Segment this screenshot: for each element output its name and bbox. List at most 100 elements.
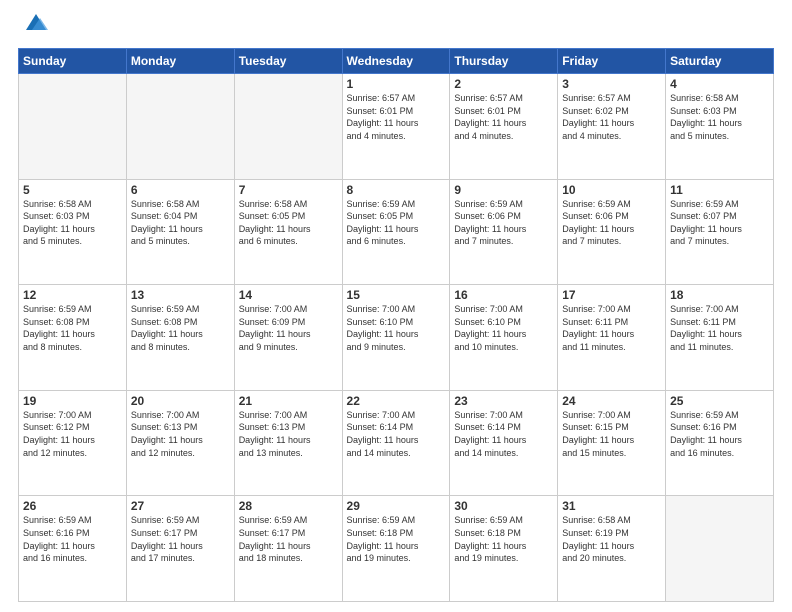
day-info: Sunrise: 6:59 AM Sunset: 6:18 PM Dayligh… <box>454 514 553 564</box>
calendar-cell: 16Sunrise: 7:00 AM Sunset: 6:10 PM Dayli… <box>450 285 558 391</box>
day-number: 12 <box>23 288 122 302</box>
calendar-cell: 8Sunrise: 6:59 AM Sunset: 6:05 PM Daylig… <box>342 179 450 285</box>
day-info: Sunrise: 6:59 AM Sunset: 6:07 PM Dayligh… <box>670 198 769 248</box>
day-info: Sunrise: 6:57 AM Sunset: 6:01 PM Dayligh… <box>347 92 446 142</box>
day-info: Sunrise: 6:59 AM Sunset: 6:08 PM Dayligh… <box>131 303 230 353</box>
day-info: Sunrise: 6:59 AM Sunset: 6:18 PM Dayligh… <box>347 514 446 564</box>
day-number: 15 <box>347 288 446 302</box>
weekday-header-wednesday: Wednesday <box>342 49 450 74</box>
day-info: Sunrise: 6:57 AM Sunset: 6:01 PM Dayligh… <box>454 92 553 142</box>
week-row-4: 19Sunrise: 7:00 AM Sunset: 6:12 PM Dayli… <box>19 390 774 496</box>
weekday-header-tuesday: Tuesday <box>234 49 342 74</box>
day-number: 26 <box>23 499 122 513</box>
week-row-5: 26Sunrise: 6:59 AM Sunset: 6:16 PM Dayli… <box>19 496 774 602</box>
page: SundayMondayTuesdayWednesdayThursdayFrid… <box>0 0 792 612</box>
day-number: 24 <box>562 394 661 408</box>
day-info: Sunrise: 7:00 AM Sunset: 6:12 PM Dayligh… <box>23 409 122 459</box>
day-number: 19 <box>23 394 122 408</box>
weekday-header-thursday: Thursday <box>450 49 558 74</box>
calendar-cell: 14Sunrise: 7:00 AM Sunset: 6:09 PM Dayli… <box>234 285 342 391</box>
day-number: 21 <box>239 394 338 408</box>
calendar-cell: 20Sunrise: 7:00 AM Sunset: 6:13 PM Dayli… <box>126 390 234 496</box>
day-number: 23 <box>454 394 553 408</box>
day-info: Sunrise: 6:58 AM Sunset: 6:03 PM Dayligh… <box>23 198 122 248</box>
calendar-cell <box>234 74 342 180</box>
weekday-header-row: SundayMondayTuesdayWednesdayThursdayFrid… <box>19 49 774 74</box>
calendar-cell: 7Sunrise: 6:58 AM Sunset: 6:05 PM Daylig… <box>234 179 342 285</box>
logo <box>18 18 50 38</box>
day-number: 1 <box>347 77 446 91</box>
day-info: Sunrise: 7:00 AM Sunset: 6:11 PM Dayligh… <box>670 303 769 353</box>
day-info: Sunrise: 6:58 AM Sunset: 6:03 PM Dayligh… <box>670 92 769 142</box>
day-number: 22 <box>347 394 446 408</box>
day-number: 7 <box>239 183 338 197</box>
day-number: 13 <box>131 288 230 302</box>
day-number: 16 <box>454 288 553 302</box>
day-info: Sunrise: 7:00 AM Sunset: 6:09 PM Dayligh… <box>239 303 338 353</box>
day-number: 31 <box>562 499 661 513</box>
day-number: 6 <box>131 183 230 197</box>
calendar-cell: 15Sunrise: 7:00 AM Sunset: 6:10 PM Dayli… <box>342 285 450 391</box>
day-number: 3 <box>562 77 661 91</box>
day-number: 18 <box>670 288 769 302</box>
day-number: 4 <box>670 77 769 91</box>
day-info: Sunrise: 6:58 AM Sunset: 6:05 PM Dayligh… <box>239 198 338 248</box>
day-info: Sunrise: 6:58 AM Sunset: 6:04 PM Dayligh… <box>131 198 230 248</box>
calendar-cell <box>126 74 234 180</box>
calendar-cell: 13Sunrise: 6:59 AM Sunset: 6:08 PM Dayli… <box>126 285 234 391</box>
calendar-cell: 25Sunrise: 6:59 AM Sunset: 6:16 PM Dayli… <box>666 390 774 496</box>
day-number: 27 <box>131 499 230 513</box>
week-row-1: 1Sunrise: 6:57 AM Sunset: 6:01 PM Daylig… <box>19 74 774 180</box>
day-info: Sunrise: 7:00 AM Sunset: 6:14 PM Dayligh… <box>454 409 553 459</box>
day-info: Sunrise: 7:00 AM Sunset: 6:13 PM Dayligh… <box>131 409 230 459</box>
week-row-2: 5Sunrise: 6:58 AM Sunset: 6:03 PM Daylig… <box>19 179 774 285</box>
calendar-cell: 26Sunrise: 6:59 AM Sunset: 6:16 PM Dayli… <box>19 496 127 602</box>
calendar-cell: 30Sunrise: 6:59 AM Sunset: 6:18 PM Dayli… <box>450 496 558 602</box>
header <box>18 18 774 38</box>
calendar-cell: 24Sunrise: 7:00 AM Sunset: 6:15 PM Dayli… <box>558 390 666 496</box>
weekday-header-friday: Friday <box>558 49 666 74</box>
day-info: Sunrise: 6:59 AM Sunset: 6:05 PM Dayligh… <box>347 198 446 248</box>
day-info: Sunrise: 7:00 AM Sunset: 6:11 PM Dayligh… <box>562 303 661 353</box>
calendar-cell: 2Sunrise: 6:57 AM Sunset: 6:01 PM Daylig… <box>450 74 558 180</box>
calendar-cell: 17Sunrise: 7:00 AM Sunset: 6:11 PM Dayli… <box>558 285 666 391</box>
weekday-header-monday: Monday <box>126 49 234 74</box>
day-number: 30 <box>454 499 553 513</box>
day-info: Sunrise: 6:59 AM Sunset: 6:17 PM Dayligh… <box>239 514 338 564</box>
calendar-cell: 12Sunrise: 6:59 AM Sunset: 6:08 PM Dayli… <box>19 285 127 391</box>
calendar-cell: 1Sunrise: 6:57 AM Sunset: 6:01 PM Daylig… <box>342 74 450 180</box>
calendar-cell: 28Sunrise: 6:59 AM Sunset: 6:17 PM Dayli… <box>234 496 342 602</box>
calendar-cell: 11Sunrise: 6:59 AM Sunset: 6:07 PM Dayli… <box>666 179 774 285</box>
calendar-cell: 19Sunrise: 7:00 AM Sunset: 6:12 PM Dayli… <box>19 390 127 496</box>
day-info: Sunrise: 6:58 AM Sunset: 6:19 PM Dayligh… <box>562 514 661 564</box>
day-info: Sunrise: 6:59 AM Sunset: 6:06 PM Dayligh… <box>562 198 661 248</box>
day-info: Sunrise: 6:59 AM Sunset: 6:16 PM Dayligh… <box>670 409 769 459</box>
day-info: Sunrise: 6:59 AM Sunset: 6:06 PM Dayligh… <box>454 198 553 248</box>
day-number: 2 <box>454 77 553 91</box>
day-number: 8 <box>347 183 446 197</box>
calendar-cell: 4Sunrise: 6:58 AM Sunset: 6:03 PM Daylig… <box>666 74 774 180</box>
day-info: Sunrise: 7:00 AM Sunset: 6:15 PM Dayligh… <box>562 409 661 459</box>
day-info: Sunrise: 7:00 AM Sunset: 6:13 PM Dayligh… <box>239 409 338 459</box>
calendar-cell: 10Sunrise: 6:59 AM Sunset: 6:06 PM Dayli… <box>558 179 666 285</box>
day-number: 20 <box>131 394 230 408</box>
calendar-cell: 31Sunrise: 6:58 AM Sunset: 6:19 PM Dayli… <box>558 496 666 602</box>
day-info: Sunrise: 7:00 AM Sunset: 6:14 PM Dayligh… <box>347 409 446 459</box>
weekday-header-saturday: Saturday <box>666 49 774 74</box>
calendar-cell: 3Sunrise: 6:57 AM Sunset: 6:02 PM Daylig… <box>558 74 666 180</box>
calendar-cell <box>19 74 127 180</box>
day-number: 17 <box>562 288 661 302</box>
calendar-cell: 5Sunrise: 6:58 AM Sunset: 6:03 PM Daylig… <box>19 179 127 285</box>
day-number: 9 <box>454 183 553 197</box>
calendar-cell: 27Sunrise: 6:59 AM Sunset: 6:17 PM Dayli… <box>126 496 234 602</box>
day-info: Sunrise: 6:59 AM Sunset: 6:08 PM Dayligh… <box>23 303 122 353</box>
day-number: 10 <box>562 183 661 197</box>
logo-icon <box>22 10 50 38</box>
calendar-cell <box>666 496 774 602</box>
calendar-cell: 29Sunrise: 6:59 AM Sunset: 6:18 PM Dayli… <box>342 496 450 602</box>
day-info: Sunrise: 7:00 AM Sunset: 6:10 PM Dayligh… <box>347 303 446 353</box>
day-number: 29 <box>347 499 446 513</box>
weekday-header-sunday: Sunday <box>19 49 127 74</box>
day-info: Sunrise: 6:59 AM Sunset: 6:16 PM Dayligh… <box>23 514 122 564</box>
day-info: Sunrise: 6:57 AM Sunset: 6:02 PM Dayligh… <box>562 92 661 142</box>
